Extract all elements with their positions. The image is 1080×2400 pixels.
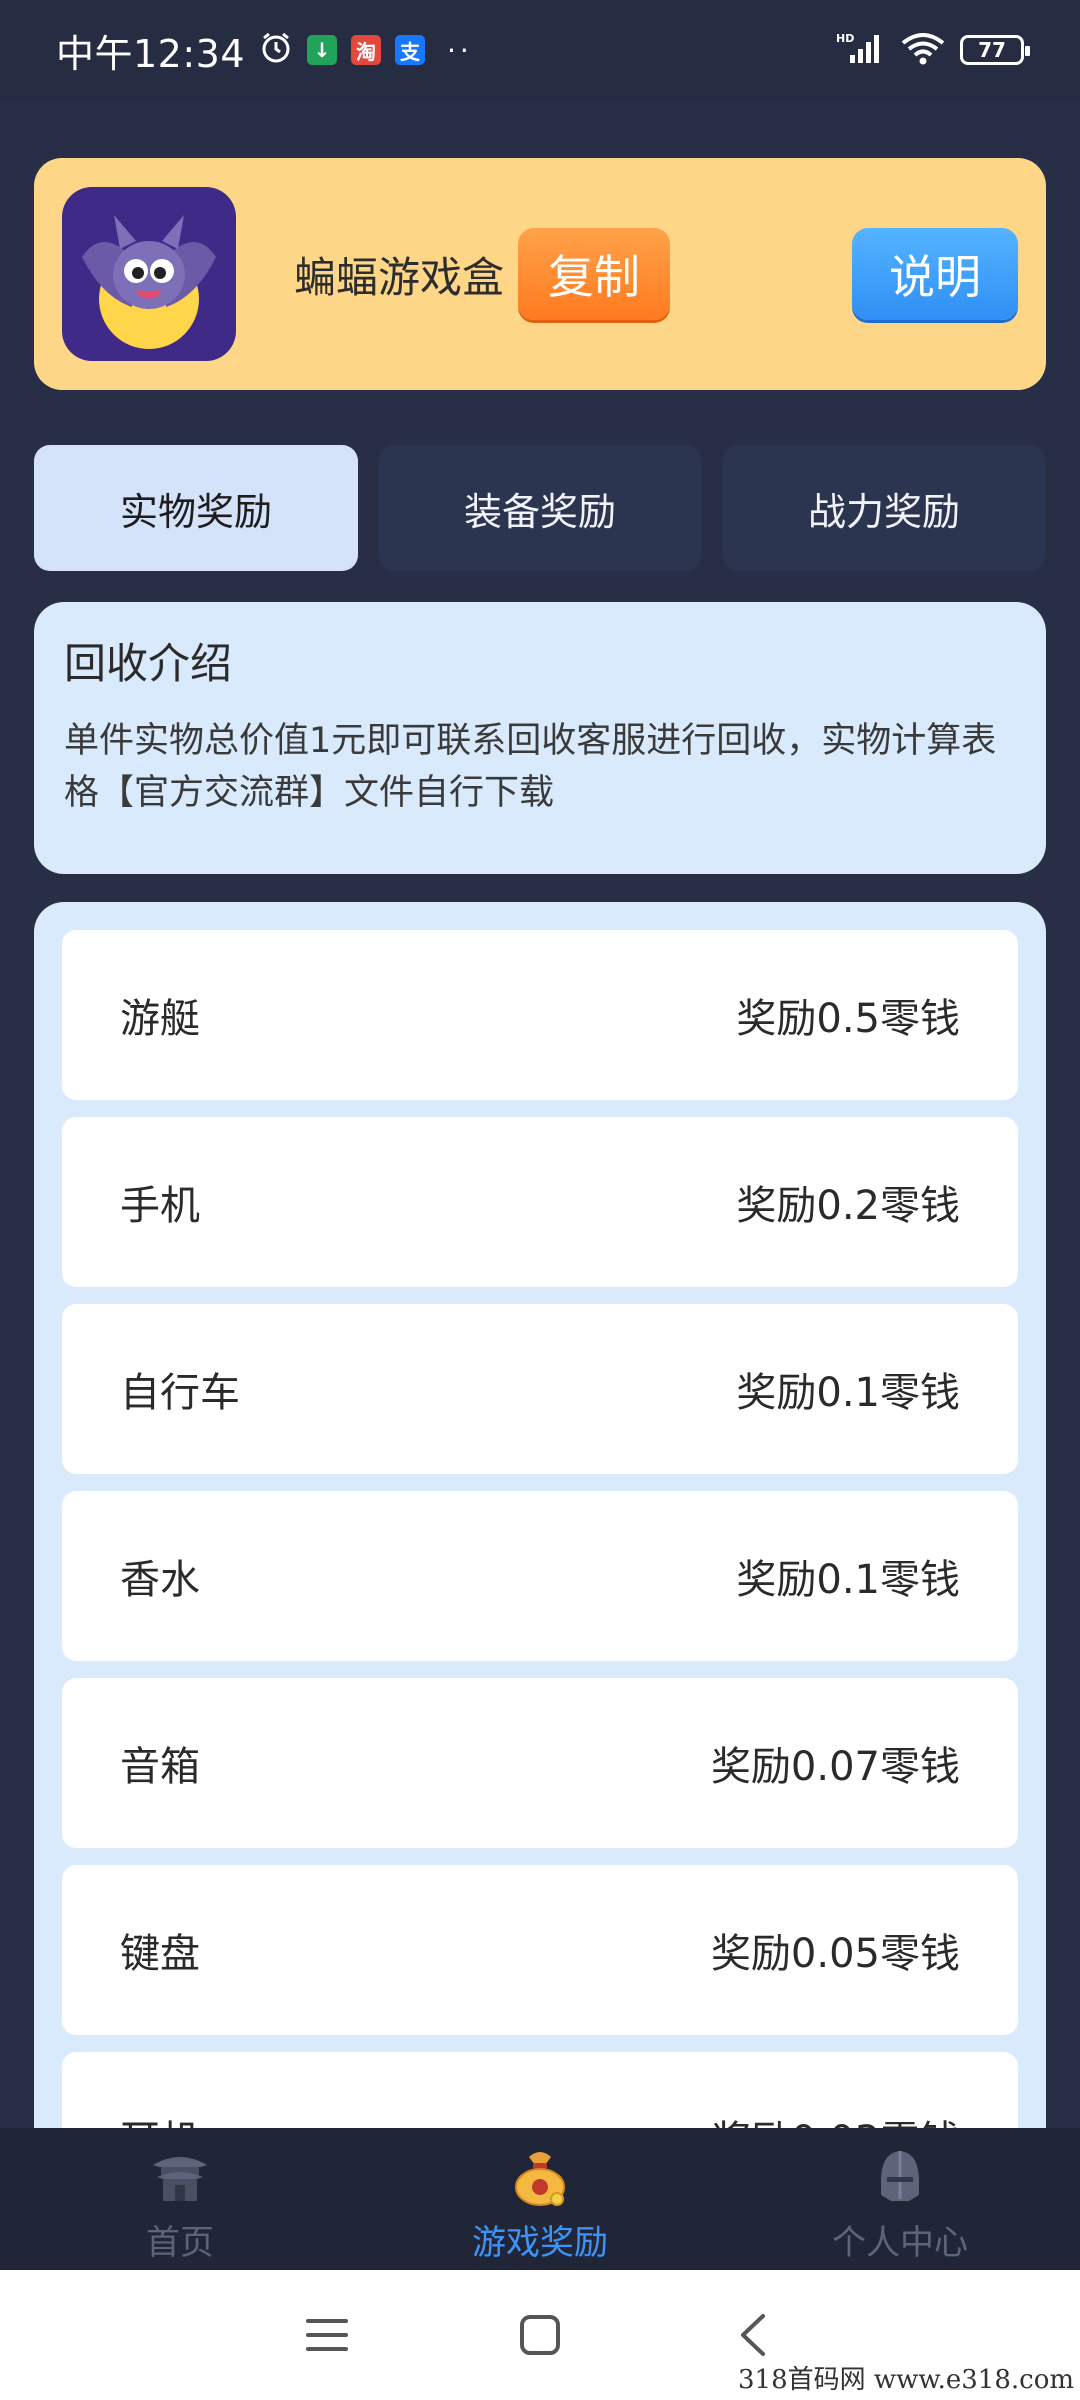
status-time: 中午12:34 [56, 31, 246, 76]
tab-physical-rewards[interactable]: 实物奖励 [34, 445, 358, 571]
list-item[interactable]: 手机 奖励0.2零钱 [62, 1117, 1018, 1287]
nav-profile-label: 个人中心 [832, 2223, 968, 2263]
nav-game-rewards[interactable]: 游戏奖励 [360, 2128, 720, 2270]
helmet-icon [867, 2143, 933, 2209]
item-name: 键盘 [120, 1931, 200, 1977]
item-name: 游艇 [120, 996, 200, 1042]
alipay-notification-icon: 支 [395, 35, 426, 65]
network-label: HD [836, 32, 854, 45]
watermark: 318首码网 www.e318.com [738, 2365, 1074, 2395]
item-name: 音箱 [120, 1744, 200, 1790]
money-bag-icon [507, 2143, 573, 2209]
reward-list: 游艇 奖励0.5零钱 手机 奖励0.2零钱 自行车 奖励0.1零钱 香水 奖励0… [34, 902, 1046, 2142]
item-reward: 奖励0.1零钱 [736, 1557, 960, 1603]
item-reward: 奖励0.5零钱 [736, 996, 960, 1042]
copy-button[interactable]: 复制 [518, 228, 671, 320]
alarm-icon [259, 31, 293, 69]
item-name: 自行车 [120, 1370, 240, 1416]
item-reward: 奖励0.05零钱 [710, 1931, 960, 1977]
nav-game-rewards-label: 游戏奖励 [472, 2223, 608, 2263]
tab-power-rewards[interactable]: 战力奖励 [722, 445, 1046, 571]
nav-home-label: 首页 [146, 2223, 214, 2263]
menu-icon[interactable] [297, 2305, 357, 2365]
bat-logo-icon [62, 187, 236, 361]
intro-text: 单件实物总价值1元即可联系回收客服进行回收，实物计算表格【官方交流群】文件自行下… [64, 721, 997, 813]
home-square-icon[interactable] [510, 2305, 570, 2365]
list-item[interactable]: 游艇 奖励0.5零钱 [62, 930, 1018, 1100]
tab-equipment-rewards[interactable]: 装备奖励 [378, 445, 702, 571]
recycle-intro-card: 回收介绍 单件实物总价值1元即可联系回收客服进行回收，实物计算表格【官方交流群】… [34, 602, 1046, 874]
list-item[interactable]: 自行车 奖励0.1零钱 [62, 1304, 1018, 1474]
bottom-nav: 首页 游戏奖励 个人中心 [0, 2128, 1080, 2270]
item-reward: 奖励0.2零钱 [736, 1183, 960, 1229]
explain-button[interactable]: 说明 [852, 228, 1018, 320]
status-right: HD 77 [836, 31, 1030, 69]
list-item[interactable]: 键盘 奖励0.05零钱 [62, 1865, 1018, 2035]
item-name: 香水 [120, 1557, 200, 1603]
status-bar: 中午12:34 ↓ 淘 支 ·· HD 77 [0, 0, 1080, 100]
list-item[interactable]: 香水 奖励0.1零钱 [62, 1491, 1018, 1661]
intro-title: 回收介绍 [64, 639, 233, 688]
battery-icon: 77 [960, 35, 1030, 65]
nav-home[interactable]: 首页 [0, 2128, 360, 2270]
taobao-notification-icon: 淘 [351, 35, 382, 65]
app-name: 蝙蝠游戏盒 [294, 252, 505, 302]
wifi-icon [900, 31, 946, 69]
download-notification-icon: ↓ [307, 35, 338, 65]
signal-icon: HD [836, 31, 886, 69]
app-header-card: 蝙蝠游戏盒 复制 说明 [34, 158, 1046, 390]
item-reward: 奖励0.07零钱 [710, 1744, 960, 1790]
list-item[interactable]: 音箱 奖励0.07零钱 [62, 1678, 1018, 1848]
item-reward: 奖励0.1零钱 [736, 1370, 960, 1416]
item-name: 手机 [120, 1183, 200, 1229]
status-left: 中午12:34 ↓ 淘 支 ·· [56, 23, 473, 78]
nav-profile[interactable]: 个人中心 [720, 2128, 1080, 2270]
more-notifications-icon: ·· [447, 33, 473, 67]
temple-icon [147, 2143, 213, 2209]
back-icon[interactable] [723, 2305, 783, 2365]
reward-tabs: 实物奖励 装备奖励 战力奖励 [34, 445, 1046, 571]
